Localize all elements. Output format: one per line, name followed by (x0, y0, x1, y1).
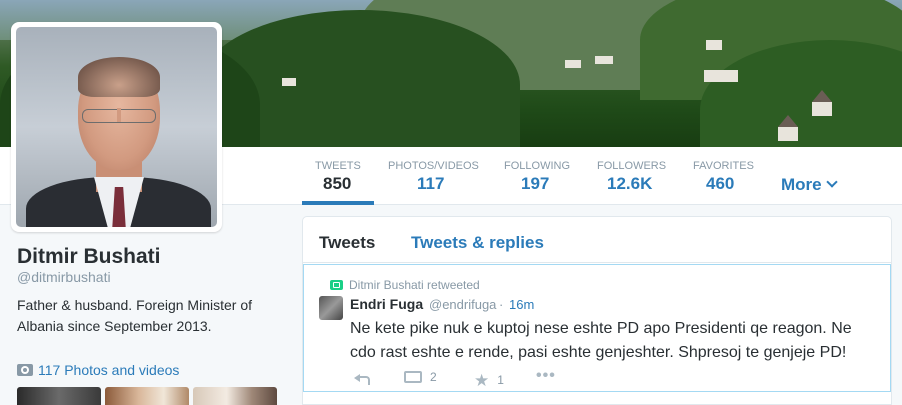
star-icon: ★ (474, 371, 490, 390)
nav-stat-label: FAVORITES (693, 160, 754, 172)
tweet-author-handle[interactable]: @endrifuga (429, 297, 496, 312)
chevron-down-icon (825, 176, 838, 188)
nav-stat-label: TWEETS (315, 160, 361, 172)
profile-avatar[interactable] (11, 22, 222, 232)
nav-stat-photos-videos[interactable]: PHOTOS/VIDEOS 117 (388, 147, 483, 205)
reply-button[interactable] (354, 369, 370, 385)
tweet-timestamp[interactable]: 16m (509, 297, 534, 312)
photo-thumbnail[interactable] (193, 387, 277, 405)
photos-videos-link[interactable]: 117 Photos and videos (17, 362, 179, 378)
timeline-tabs: Tweets Tweets & replies (303, 217, 891, 263)
tab-tweets-and-replies[interactable]: Tweets & replies (411, 233, 544, 253)
tweet-text: Ne kete pike nuk e kuptoj nese eshte PD … (350, 320, 852, 361)
more-label: More (781, 175, 822, 194)
nav-stat-label: PHOTOS/VIDEOS (388, 160, 479, 172)
nav-stat-favorites[interactable]: FAVORITES 460 (693, 147, 754, 205)
tweet-author-avatar[interactable] (319, 296, 343, 320)
profile-handle[interactable]: @ditmirbushati (17, 269, 111, 285)
nav-stat-tweets[interactable]: TWEETS 850 (302, 147, 387, 205)
more-actions-button[interactable]: ••• (536, 367, 556, 387)
profile-name[interactable]: Ditmir Bushati (17, 245, 161, 269)
photo-thumbnail[interactable] (105, 387, 189, 405)
tweet-author-name[interactable]: Endri Fuga (350, 296, 423, 312)
nav-stat-label: FOLLOWING (504, 160, 571, 172)
timeline: Tweets Tweets & replies Ditmir Bushati r… (302, 216, 892, 405)
avatar-image (16, 27, 217, 227)
favorite-count: 1 (497, 373, 504, 387)
photo-thumbnail[interactable] (17, 387, 101, 405)
ellipsis-icon: ••• (536, 367, 556, 384)
nav-stat-following[interactable]: FOLLOWING 197 (504, 147, 574, 205)
photos-link-label: 117 Photos and videos (38, 362, 180, 378)
active-tab-indicator (302, 201, 374, 205)
retweet-action-icon (404, 371, 422, 383)
nav-stat-label: FOLLOWERS (597, 160, 667, 172)
nav-stat-value: 197 (521, 174, 550, 193)
tab-tweets[interactable]: Tweets (319, 233, 375, 253)
retweeted-by-label[interactable]: Ditmir Bushati retweeted (349, 278, 480, 292)
reply-icon (354, 372, 370, 385)
retweet-icon (330, 280, 343, 290)
retweet-button[interactable]: 2 (404, 369, 437, 384)
nav-stat-value: 117 (417, 174, 445, 193)
nav-stat-value: 460 (706, 174, 735, 193)
retweet-count: 2 (430, 370, 437, 384)
tweet-meta-separator: · (499, 297, 504, 312)
retweet-context: Ditmir Bushati retweeted (330, 278, 480, 292)
camera-icon (17, 364, 33, 376)
profile-bio: Father & husband. Foreign Minister of Al… (17, 297, 253, 334)
more-menu-button[interactable]: More (781, 175, 838, 195)
nav-stat-value: 850 (323, 174, 352, 193)
nav-stat-value: 12.6K (607, 174, 653, 193)
favorite-button[interactable]: ★ 1 (474, 369, 504, 390)
nav-stat-followers[interactable]: FOLLOWERS 12.6K (597, 147, 667, 205)
tweet-item[interactable]: Ditmir Bushati retweeted Endri Fuga @end… (303, 264, 891, 392)
